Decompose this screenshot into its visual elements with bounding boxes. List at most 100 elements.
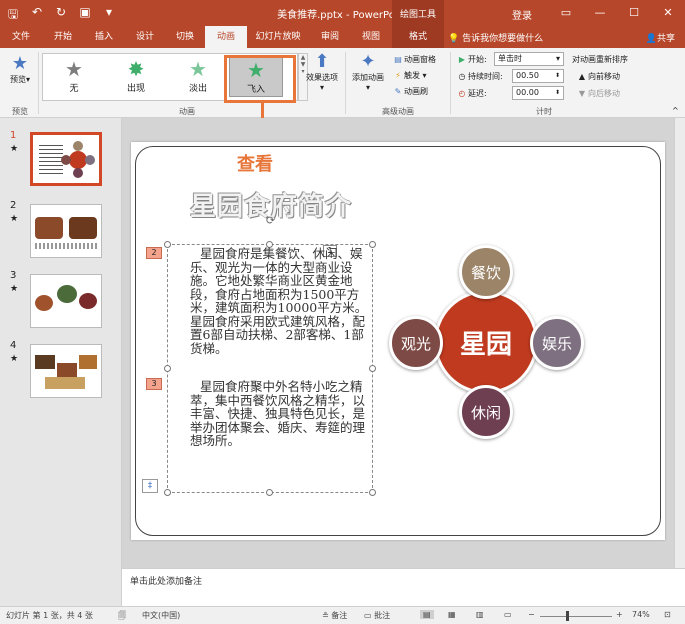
tab-transitions[interactable]: 切换 — [166, 26, 204, 48]
notes-toggle[interactable]: ≗ 备注 — [322, 610, 347, 621]
thumb-circle — [61, 155, 71, 165]
animation-pane-label: 动画窗格 — [404, 55, 436, 64]
fit-slide-icon[interactable]: ⊡ — [664, 610, 671, 619]
login-link[interactable]: 登录 — [512, 7, 532, 22]
notes-pane[interactable]: 单击此处添加备注 — [122, 568, 685, 606]
paragraph-1-text: 星园食府是集餐饮、休闲、娱乐、观光为一体的大型商业设施。它地处繁华商业区黄金地段… — [190, 246, 368, 356]
start-label: ▶ 开始: — [456, 54, 487, 65]
tell-me-search[interactable]: 💡 告诉我你想要做什么 — [448, 31, 543, 44]
zoom-slider-thumb[interactable] — [566, 611, 569, 621]
ribbon-animations: ★ 预览▾ 预览 ★ 无 ✸ 出现 ★ 淡出 ★ 飞入 ▲ ▼ ▾ 动画 ⬆ 效果选… — [0, 48, 685, 118]
comments-toggle[interactable]: ▭ 批注 — [364, 610, 390, 621]
share-label: 共享 — [656, 34, 675, 44]
trigger-button[interactable]: ⚡ 触发 ▾ — [392, 70, 426, 81]
animation-pane-button[interactable]: ▤ 动画窗格 — [392, 54, 436, 65]
animation-fade[interactable]: ★ 淡出 — [171, 57, 225, 97]
animation-order-tag[interactable]: 3 — [146, 378, 162, 390]
zoom-in-icon[interactable]: + — [616, 610, 623, 619]
thumb-food-image — [35, 355, 55, 369]
animation-painter-button[interactable]: ✎ 动画刷 — [392, 86, 428, 97]
delay-clock-icon: ◴ — [458, 89, 466, 98]
slide-thumbnail-3[interactable] — [30, 274, 102, 328]
add-animation-star-icon: ✦ — [360, 51, 376, 72]
delay-input[interactable]: 00.00 ⬍ — [512, 86, 564, 100]
minimize-icon[interactable]: — — [583, 0, 617, 26]
comment-icon: ▭ — [364, 611, 372, 620]
diagram-center-circle[interactable]: 星园 — [434, 290, 538, 394]
group-animation-label: 动画 — [179, 107, 195, 116]
resize-handle[interactable] — [164, 241, 171, 248]
start-select[interactable]: 单击时 ▾ — [494, 52, 564, 66]
move-earlier-label: 向前移动 — [588, 72, 620, 81]
zoom-out-icon[interactable]: − — [528, 610, 535, 619]
share-button[interactable]: 👤共享 — [642, 29, 679, 46]
move-later-button[interactable]: ▼ 向后移动 — [576, 88, 620, 99]
status-bar: 幻灯片 第 1 张，共 4 张 🗐 中文(中国) ≗ 备注 ▭ 批注 ▤ ▦ ▥… — [0, 606, 685, 624]
resize-handle[interactable] — [266, 489, 273, 496]
thumb-circle — [73, 141, 83, 151]
add-animation-button[interactable]: ✦ 添加动画 ▾ — [348, 51, 388, 93]
language-status[interactable]: 中文(中国) — [142, 610, 180, 621]
tab-slide-show[interactable]: 幻灯片放映 — [250, 26, 306, 48]
resize-handle[interactable] — [369, 489, 376, 496]
animation-none[interactable]: ★ 无 — [47, 57, 101, 97]
ribbon-display-options-icon[interactable]: ▭ — [549, 0, 583, 26]
resize-handle[interactable] — [369, 241, 376, 248]
resize-handle[interactable] — [369, 365, 376, 372]
slide-number: 3 — [10, 270, 17, 281]
drawing-tools-context-label: 绘图工具 — [392, 0, 444, 26]
close-icon[interactable]: ✕ — [651, 0, 685, 26]
slide-thumbnail-2[interactable] — [30, 204, 102, 258]
preview-button[interactable]: ★ 预览▾ — [6, 54, 34, 85]
effect-options-button[interactable]: ⬆ 效果选项 ▾ — [302, 52, 342, 93]
tab-design[interactable]: 设计 — [126, 26, 164, 48]
slide-show-icon[interactable]: ▭ — [504, 610, 512, 619]
start-value: 单击时 — [498, 54, 522, 63]
vertical-scrollbar[interactable] — [674, 118, 685, 568]
reorder-title: 对动画重新排序 — [572, 55, 628, 64]
appear-star-icon: ✸ — [127, 57, 145, 81]
diagram-circle-sightseeing[interactable]: 观光 — [389, 316, 443, 370]
play-icon: ▶ — [458, 55, 466, 64]
zoom-level[interactable]: 74% — [632, 610, 650, 619]
move-earlier-button[interactable]: ▲ 向前移动 — [576, 71, 620, 82]
slide-thumbnail-4[interactable] — [30, 344, 102, 398]
collapse-ribbon-icon[interactable]: ^ — [672, 106, 679, 115]
diagram-circle-dining[interactable]: 餐饮 — [459, 245, 513, 299]
animation-order-tag[interactable]: 2 — [146, 247, 162, 259]
maximize-icon[interactable]: ☐ — [617, 0, 651, 26]
spellcheck-icon[interactable]: 🗐 — [118, 610, 126, 624]
tab-format[interactable]: 格式 — [392, 26, 444, 48]
tab-insert[interactable]: 插入 — [84, 26, 124, 48]
tab-view[interactable]: 视图 — [352, 26, 390, 48]
normal-view-icon[interactable]: ▤ — [420, 610, 434, 619]
slide-animation-star-icon: ★ — [10, 354, 19, 364]
duration-input[interactable]: 00.50 ⬍ — [512, 69, 564, 83]
spinner-icon[interactable]: ⬍ — [555, 70, 560, 82]
autofit-options-icon[interactable]: ‡ — [142, 479, 158, 493]
reading-view-icon[interactable]: ▥ — [476, 610, 484, 619]
paragraph-1: 星园食府是集餐饮、休闲、娱乐、观光为一体的大型商业设施。它地处繁华商业区黄金地段… — [190, 247, 368, 355]
tab-animations[interactable]: 动画 — [205, 26, 247, 48]
slide-thumbnail-1[interactable] — [30, 132, 102, 186]
group-separator — [450, 52, 451, 114]
notes-icon: ≗ — [322, 611, 329, 620]
zoom-slider[interactable] — [540, 616, 612, 617]
resize-handle[interactable] — [164, 489, 171, 496]
delay-value: 00.00 — [516, 88, 539, 97]
diagram-circle-entertainment[interactable]: 娱乐 — [530, 316, 584, 370]
tab-file[interactable]: 文件 — [4, 26, 38, 48]
duration-label: ◷ 持续时间: — [456, 71, 503, 82]
resize-handle[interactable] — [164, 365, 171, 372]
tab-home[interactable]: 开始 — [44, 26, 82, 48]
animation-appear[interactable]: ✸ 出现 — [109, 57, 163, 97]
tab-review[interactable]: 审阅 — [310, 26, 350, 48]
spinner-icon[interactable]: ⬍ — [555, 87, 560, 99]
slide-sorter-icon[interactable]: ▦ — [448, 610, 456, 619]
rotate-handle-icon[interactable]: ⟳ — [266, 214, 275, 227]
duration-label-text: 持续时间: — [468, 72, 503, 81]
lightning-icon: ⚡ — [395, 71, 401, 80]
brush-icon: ✎ — [394, 87, 402, 96]
thumb-food-image — [57, 363, 77, 377]
diagram-circle-leisure[interactable]: 休闲 — [459, 385, 513, 439]
